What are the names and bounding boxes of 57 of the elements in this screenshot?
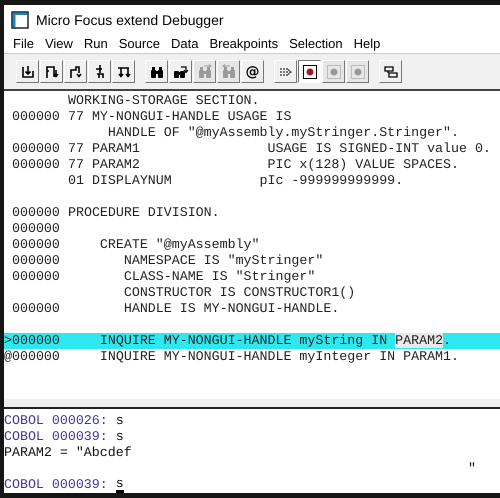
menu-item[interactable]: View	[40, 36, 80, 52]
console-output: "	[468, 461, 476, 477]
toolbar-button[interactable]: @	[241, 60, 264, 84]
line-number: 000000	[12, 237, 60, 252]
menu-item[interactable]: Run	[80, 36, 115, 52]
line-number: 000000	[12, 333, 60, 348]
line-marker: @	[4, 349, 12, 364]
line-number: 000000	[12, 221, 60, 236]
code-line: HANDLE IS MY-NONGUI-HANDLE.	[122, 301, 340, 318]
console-prompt: COBOL 000039:	[4, 477, 108, 493]
console-command: s	[116, 477, 124, 493]
code-line: 77 MY-NONGUI-HANDLE USAGE IS	[68, 109, 292, 126]
line-marker: >	[4, 333, 12, 348]
code-line: CONSTRUCTOR IS CONSTRUCTOR1()	[122, 285, 356, 302]
breakpoint-icon	[326, 64, 342, 80]
console-command: s	[116, 413, 124, 429]
console-command: s	[116, 429, 124, 445]
code-line: PROCEDURE DIVISION.	[68, 205, 220, 222]
code-line: 01 DISPLAYNUM pIc -999999999999.	[68, 173, 404, 190]
step-arrow-icon	[68, 64, 84, 80]
window-icon	[11, 10, 29, 29]
binoculars-icon	[172, 64, 188, 80]
code-line: CREATE "@myAssembly"	[98, 237, 260, 254]
code-line: CLASS-NAME IS "Stringer"	[122, 269, 316, 286]
line-number: 000000	[12, 301, 60, 316]
binoculars-icon	[196, 64, 212, 80]
code-line: INQUIRE MY-NONGUI-HANDLE myInteger IN PARAM1.	[98, 349, 459, 366]
menu-item[interactable]: Help	[350, 36, 388, 52]
binoculars-icon	[220, 64, 236, 80]
step-arrow-icon	[20, 64, 36, 80]
console-prompt: COBOL 000039:	[4, 429, 108, 445]
line-number: 000000	[12, 141, 60, 156]
code-line: WORKING-STORAGE SECTION.	[68, 93, 260, 110]
line-number: 000000	[12, 253, 60, 268]
breakpoint-icon	[350, 64, 366, 80]
code-line: NAMESPACE IS "myStringer"	[122, 253, 324, 270]
toolbar-button[interactable]	[298, 60, 321, 84]
menu-item[interactable]: Breakpoints	[205, 36, 286, 52]
code-line: 77 PARAM1 USAGE IS SIGNED-INT value 0.	[68, 141, 491, 158]
code-line: INQUIRE MY-NONGUI-HANDLE myString IN PARAM2.	[98, 333, 452, 350]
line-number: 000000	[12, 349, 60, 364]
windows-icon	[382, 64, 398, 80]
code-line: 77 PARAM2 PIC x(128) VALUE SPACES.	[68, 157, 459, 174]
line-number: 000000	[12, 109, 60, 124]
line-number: 000000	[12, 269, 60, 284]
line-number: 000000	[12, 205, 60, 220]
breakpoint-icon	[302, 64, 318, 80]
menu-item[interactable]: Source	[114, 36, 167, 52]
menu-item[interactable]: Data	[166, 36, 206, 52]
menu-item[interactable]: File	[9, 36, 41, 52]
console-prompt: COBOL 000026:	[4, 413, 108, 429]
code-line: HANDLE OF "@myAssembly.myStringer.Stringer".	[106, 125, 459, 142]
console-output: PARAM2 = "Abcdef	[4, 445, 132, 461]
window-title: Micro Focus extend Debugger	[36, 12, 224, 28]
line-number: 000000	[12, 157, 60, 172]
step-arrow-icon	[44, 64, 60, 80]
menu-item[interactable]: Selection	[285, 36, 350, 52]
